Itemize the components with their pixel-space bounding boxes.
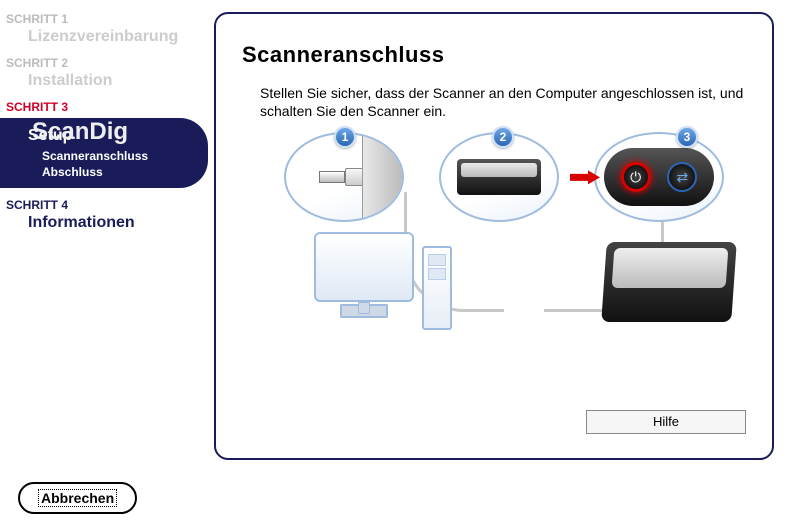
main-area: Scanneranschluss Stellen Sie sicher, das… <box>200 0 788 470</box>
scanner-rear-icon <box>457 159 541 195</box>
step3-label: SCHRITT 3 <box>6 100 200 114</box>
computer-icon <box>314 232 414 302</box>
step3-active: Setup Scanneranschluss Abschluss <box>0 118 208 188</box>
cancel-button[interactable]: Abbrechen <box>18 482 137 514</box>
help-button[interactable]: Hilfe <box>586 410 746 434</box>
step4-name: Informationen <box>28 214 200 232</box>
window-content: SCHRITT 1 Lizenzvereinbarung SCHRITT 2 I… <box>0 0 788 470</box>
aux-icon: ⇄ <box>667 162 697 192</box>
step3-sub-abschluss[interactable]: Abschluss <box>42 165 208 179</box>
step3-sub-scanner[interactable]: Scanneranschluss <box>42 149 208 163</box>
power-icon: ⏻ <box>621 162 651 192</box>
illustration: 1 2 ⏻ ⇄ 3 <box>244 132 744 342</box>
step1-name: Lizenzvereinbarung <box>28 28 200 46</box>
instruction-text: Stellen Sie sicher, dass der Scanner an … <box>260 84 746 120</box>
content-panel: Scanneranschluss Stellen Sie sicher, das… <box>214 12 774 460</box>
step1-label: SCHRITT 1 <box>6 12 200 26</box>
step4-label: SCHRITT 4 <box>6 198 200 212</box>
step3-setup: Setup <box>28 127 208 145</box>
step2-name: Installation <box>28 72 200 90</box>
scanner-button-panel: ⏻ ⇄ <box>604 148 714 206</box>
footer: Abbrechen <box>18 482 137 514</box>
sidebar: SCHRITT 1 Lizenzvereinbarung SCHRITT 2 I… <box>0 0 200 470</box>
bubble-power: ⏻ ⇄ <box>594 132 724 222</box>
scanner-icon <box>601 242 737 322</box>
step2-label: SCHRITT 2 <box>6 56 200 70</box>
page-title: Scanneranschluss <box>242 42 746 68</box>
